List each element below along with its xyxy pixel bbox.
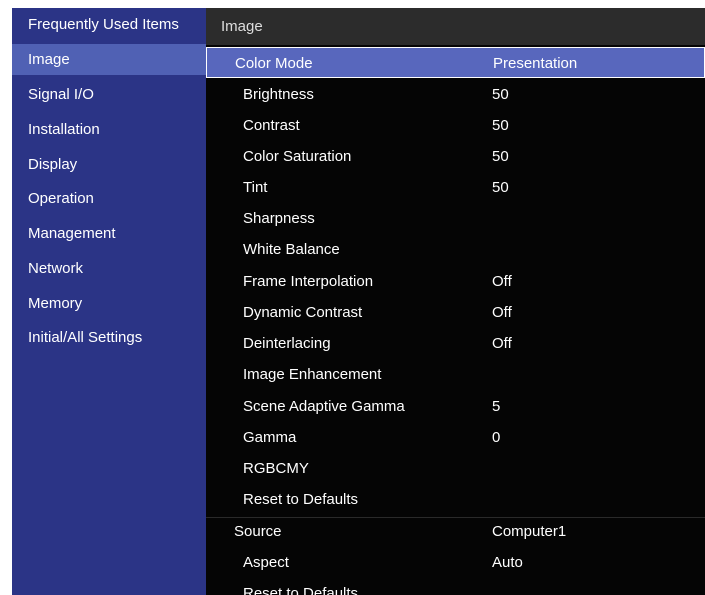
settings-panel: Image Color Mode Presentation Brightness… — [206, 8, 705, 595]
sidebar-item-signal-io[interactable]: Signal I/O — [12, 79, 206, 110]
menu-row-aspect[interactable]: Aspect Auto — [206, 547, 705, 578]
sidebar-item-installation[interactable]: Installation — [12, 114, 206, 145]
row-label: Gamma — [243, 429, 297, 446]
projector-menu-screen: Frequently Used Items Image Signal I/O I… — [12, 8, 705, 595]
sidebar-item-initial-all-settings[interactable]: Initial/All Settings — [12, 322, 206, 353]
sidebar-item-operation[interactable]: Operation — [12, 183, 206, 214]
menu-row-frame-interpolation[interactable]: Frame Interpolation Off — [206, 266, 705, 297]
menu-row-sharpness[interactable]: Sharpness — [206, 203, 705, 234]
sidebar-item-management[interactable]: Management — [12, 218, 206, 249]
menu-row-dynamic-contrast[interactable]: Dynamic Contrast Off — [206, 297, 705, 328]
row-value: 0 — [492, 429, 501, 446]
menu-row-image-enhancement[interactable]: Image Enhancement — [206, 359, 705, 390]
row-value: 50 — [492, 86, 509, 103]
row-label: Image Enhancement — [243, 366, 382, 383]
row-value: 50 — [492, 148, 509, 165]
row-label: Source — [234, 523, 282, 540]
row-label: Deinterlacing — [243, 335, 331, 352]
menu-row-white-balance[interactable]: White Balance — [206, 234, 705, 265]
row-value: Computer1 — [492, 523, 567, 540]
row-label: Contrast — [243, 117, 300, 134]
menu-row-reset-to-defaults-1[interactable]: Reset to Defaults — [206, 484, 705, 515]
row-value: 50 — [492, 179, 509, 196]
sidebar-item-frequently-used-items[interactable]: Frequently Used Items — [12, 9, 206, 40]
panel-title: Image — [206, 8, 705, 45]
row-label: Reset to Defaults — [243, 491, 359, 508]
row-value: Auto — [492, 554, 523, 571]
row-label: Sharpness — [243, 210, 315, 227]
row-value: Off — [492, 304, 512, 321]
row-value: Off — [492, 273, 512, 290]
menu-row-deinterlacing[interactable]: Deinterlacing Off — [206, 328, 705, 359]
row-value: Off — [492, 335, 512, 352]
row-value: Presentation — [493, 55, 578, 72]
menu-row-rgbcmy[interactable]: RGBCMY — [206, 453, 705, 484]
menu-row-tint[interactable]: Tint 50 — [206, 172, 705, 203]
sidebar: Frequently Used Items Image Signal I/O I… — [12, 8, 206, 595]
menu-row-brightness[interactable]: Brightness 50 — [206, 79, 705, 110]
sidebar-item-image[interactable]: Image — [12, 44, 206, 75]
row-label: White Balance — [243, 241, 340, 258]
sidebar-item-network[interactable]: Network — [12, 253, 206, 284]
sidebar-item-display[interactable]: Display — [12, 149, 206, 180]
menu-row-contrast[interactable]: Contrast 50 — [206, 110, 705, 141]
row-label: Reset to Defaults — [243, 585, 359, 595]
menu-row-reset-to-defaults-2[interactable]: Reset to Defaults — [206, 578, 705, 595]
sidebar-item-memory[interactable]: Memory — [12, 288, 206, 319]
row-label: Frame Interpolation — [243, 273, 374, 290]
menu-row-scene-adaptive-gamma[interactable]: Scene Adaptive Gamma 5 — [206, 391, 705, 422]
row-label: Scene Adaptive Gamma — [243, 398, 405, 415]
row-value: 50 — [492, 117, 509, 134]
row-value: 5 — [492, 398, 501, 415]
row-label: Dynamic Contrast — [243, 304, 363, 321]
menu-row-source[interactable]: Source Computer1 — [206, 516, 705, 547]
row-label: Brightness — [243, 86, 314, 103]
menu-row-color-mode[interactable]: Color Mode Presentation — [206, 47, 705, 78]
menu-row-gamma[interactable]: Gamma 0 — [206, 422, 705, 453]
row-label: Aspect — [243, 554, 289, 571]
row-label: Color Mode — [235, 55, 313, 72]
menu-row-color-saturation[interactable]: Color Saturation 50 — [206, 141, 705, 172]
row-label: Tint — [243, 179, 268, 196]
row-label: Color Saturation — [243, 148, 352, 165]
row-label: RGBCMY — [243, 460, 309, 477]
